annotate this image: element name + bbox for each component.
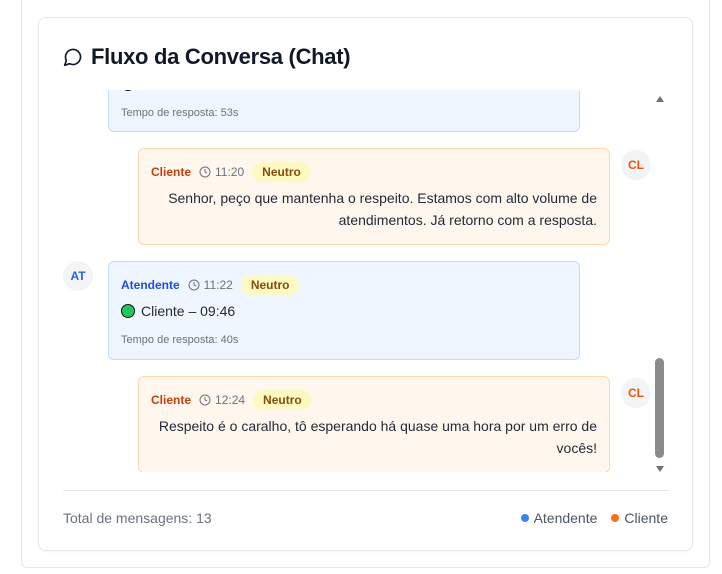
sender-name: Atendente [121,278,180,292]
sentiment-badge: Neutro [253,390,312,410]
status-dot-icon [121,90,135,91]
message-time: 12:24 [215,393,246,407]
legend-item-cliente: Cliente [611,510,668,526]
legend-dot-cliente [611,514,620,522]
message-atendente: Atendente 11:22 Neutro Cliente – 09:46 T… [108,261,580,360]
card-title: Fluxo da Conversa (Chat) [91,44,351,69]
response-time: Tempo de resposta: 53s [121,107,239,119]
clock-icon [199,394,211,406]
message-cliente: Cliente 12:24 Neutro Respeito é o caralh… [138,376,610,472]
legend-label-cliente: Cliente [624,510,668,526]
total-messages: Total de mensagens: 13 [63,510,212,526]
scroll-down-arrow-icon[interactable] [656,466,664,472]
scrollbar-thumb[interactable] [655,358,664,458]
green-circle-icon [121,304,135,318]
avatar-atendente: AT [63,261,93,291]
message-meta: Atendente 11:22 Neutro [121,274,300,296]
scroll-up-arrow-icon[interactable] [656,96,664,102]
legend-label-atendente: Atendente [533,510,598,526]
message-text-row: Cliente – 09:46 [121,300,235,322]
chat-scrollbar[interactable] [653,96,667,472]
avatar-cliente: CL [621,378,651,408]
card-header: Fluxo da Conversa (Chat) [63,42,351,72]
message-time: 11:20 [215,165,245,179]
message-cliente: Cliente 11:20 Neutro Senhor, peço que ma… [138,148,610,245]
legend: Atendente Cliente [507,510,668,526]
sender-name: Cliente [151,165,192,179]
clock-icon [199,166,211,178]
response-time: Tempo de resposta: 40s [121,334,239,346]
chat-bubble-icon [63,48,82,67]
sentiment-badge: Neutro [252,162,311,182]
message-text: Senhor, peço que mantenha o respeito. Es… [168,190,597,228]
message-time: 11:22 [203,278,233,292]
message-atendente: Tempo de resposta: 53s [108,90,580,132]
message-text: Respeito é o caralho, tô esperando há qu… [158,418,597,456]
message-text: Cliente – 09:46 [141,303,236,319]
chat-flow-card: Fluxo da Conversa (Chat) Tempo de respos… [38,17,693,551]
avatar-cliente: CL [621,150,651,180]
chat-scroll-area[interactable]: Tempo de resposta: 53s Cliente 11:20 Neu… [63,90,671,472]
sentiment-badge: Neutro [240,275,300,295]
sender-name: Cliente [151,393,192,407]
footer-divider [63,490,669,491]
legend-dot-atendente [520,514,529,522]
legend-item-atendente: Atendente [520,510,598,526]
message-meta: Cliente 11:20 Neutro [151,161,311,183]
clock-icon [188,279,200,291]
message-meta: Cliente 12:24 Neutro [151,389,312,411]
